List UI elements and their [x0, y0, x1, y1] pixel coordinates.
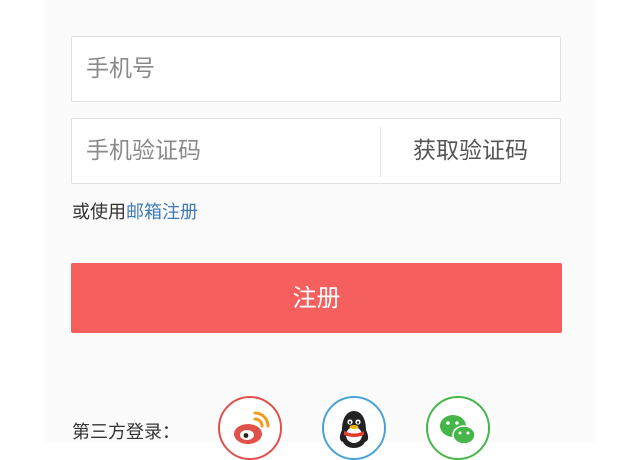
weibo-login-button[interactable] [218, 396, 282, 460]
qq-icon [339, 411, 369, 448]
third-party-login-label: 第三方登录： [72, 422, 180, 443]
alt-register-prefix: 或使用 [72, 202, 126, 223]
register-button[interactable]: 注册 [71, 263, 562, 333]
sms-code-input[interactable] [72, 119, 380, 183]
alt-register-line: 或使用邮箱注册 [72, 200, 198, 226]
code-field: 获取验证码 [71, 118, 561, 184]
qq-login-button[interactable] [322, 396, 386, 460]
phone-field [71, 36, 561, 102]
wechat-login-button[interactable] [426, 396, 490, 460]
wechat-icon [440, 415, 476, 445]
weibo-icon [234, 411, 270, 444]
get-code-button[interactable]: 获取验证码 [381, 119, 560, 183]
phone-input[interactable] [72, 37, 560, 101]
email-register-link[interactable]: 邮箱注册 [126, 202, 198, 223]
